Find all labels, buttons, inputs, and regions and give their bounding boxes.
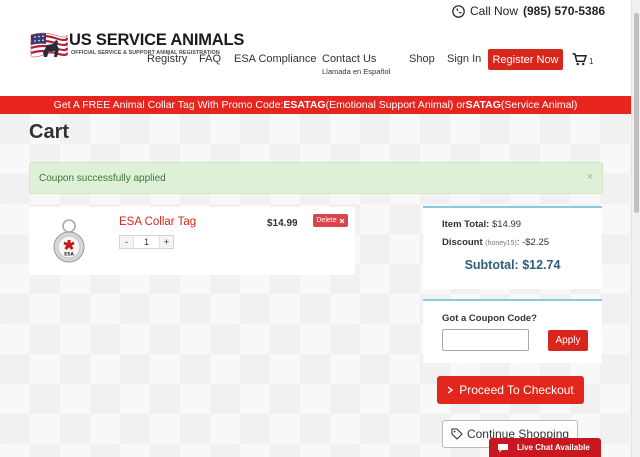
promo-text-suffix: (Service Animal) [500, 99, 578, 111]
order-summary: Item Total: $14.99 Discount (honey15): -… [423, 206, 602, 289]
item-name-link[interactable]: ESA Collar Tag [119, 216, 196, 228]
coupon-success-alert: Coupon successfully applied × [29, 162, 603, 194]
nav-contact-spanish[interactable]: Llamada en Español [322, 67, 390, 76]
logo-subtitle: OFFICIAL SERVICE & SUPPORT ANIMAL REGIST… [71, 50, 220, 56]
close-icon[interactable]: × [587, 171, 593, 183]
item-total-row: Item Total: $14.99 [442, 219, 521, 230]
delete-label: Delete [316, 217, 337, 224]
quantity-stepper: - 1 + [119, 235, 174, 249]
phone-icon [452, 4, 465, 18]
cart-item: ESA ESA Collar Tag - 1 + $14.99 Delete [29, 207, 355, 275]
phone-number: (985) 570-5386 [523, 4, 606, 18]
chat-bubble-icon [498, 443, 508, 452]
coupon-box: Got a Coupon Code? Apply [423, 299, 602, 363]
close-icon [339, 218, 345, 223]
discount-code: (honey15) [485, 240, 517, 247]
shopping-cart-icon[interactable] [572, 53, 587, 66]
apply-coupon-button[interactable]: Apply [548, 330, 588, 351]
live-chat-label: Live Chat Available [517, 443, 590, 452]
checkout-label: Proceed To Checkout [459, 383, 574, 397]
collar-tag-image: ESA [53, 219, 85, 263]
nav-registry[interactable]: Registry [147, 53, 187, 65]
page-title: Cart [29, 121, 70, 143]
cart-content: Cart Coupon successfully applied × ESA E… [0, 114, 631, 457]
cart-count: 1 [589, 57, 594, 66]
quantity-decrease-button[interactable]: - [120, 236, 133, 248]
promo-banner: Get A FREE Animal Collar Tag With Promo … [0, 96, 631, 114]
register-now-button[interactable]: Register Now [488, 49, 563, 70]
coupon-label: Got a Coupon Code? [442, 313, 537, 324]
flag-icon [30, 32, 69, 58]
quantity-increase-button[interactable]: + [160, 236, 173, 248]
promo-text-prefix: Get A FREE Animal Collar Tag With Promo … [53, 99, 284, 111]
nav-faq[interactable]: FAQ [199, 53, 221, 65]
chevron-right-icon [447, 386, 454, 394]
item-total-label: Item Total: [442, 219, 490, 230]
live-chat-button[interactable]: Live Chat Available [489, 438, 601, 457]
scrollbar-thumb[interactable] [634, 13, 639, 213]
subtotal: Subtotal: $12.74 [464, 258, 561, 272]
tag-letters: ESA [64, 252, 74, 258]
phone-contact[interactable]: Call Now (985) 570-5386 [452, 4, 605, 18]
tag-icon [451, 428, 463, 440]
delete-item-button[interactable]: Delete [313, 214, 348, 227]
discount-value: : -$2.25 [516, 237, 550, 248]
quantity-value[interactable]: 1 [133, 236, 160, 248]
nav-contact-us[interactable]: Contact Us [322, 53, 376, 65]
phone-label: Call Now [470, 4, 519, 18]
nav-shop[interactable]: Shop [409, 53, 435, 65]
site-header: Call Now (985) 570-5386 US SERVICE ANIMA… [0, 0, 640, 96]
site-logo[interactable]: US SERVICE ANIMALS OFFICIAL SERVICE & SU… [29, 22, 244, 64]
item-total-value: $14.99 [491, 219, 522, 230]
alert-message: Coupon successfully applied [39, 172, 166, 184]
promo-code-satag: SATAG [465, 99, 501, 111]
vertical-scrollbar[interactable] [631, 0, 640, 457]
discount-row: Discount (honey15): -$2.25 [442, 237, 549, 248]
promo-text-middle: (Emotional Support Animal) or [325, 99, 466, 111]
item-price: $14.99 [267, 218, 298, 229]
nav-sign-in[interactable]: Sign In [447, 53, 481, 65]
nav-esa-compliance[interactable]: ESA Compliance [234, 53, 317, 65]
promo-code-esatag: ESATAG [283, 99, 326, 111]
coupon-code-input[interactable] [442, 329, 529, 351]
proceed-to-checkout-button[interactable]: Proceed To Checkout [437, 376, 584, 404]
discount-label: Discount [442, 237, 483, 248]
logo-title: US SERVICE ANIMALS [69, 31, 245, 49]
